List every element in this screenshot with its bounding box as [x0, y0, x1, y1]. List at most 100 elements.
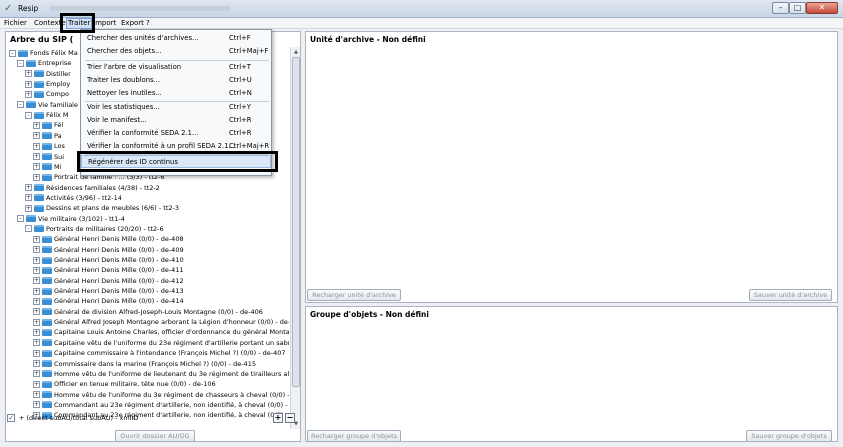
maximize-button[interactable]: □: [789, 2, 806, 14]
menu-item-handle-duplicates[interactable]: Traiter les doublons... Ctrl+U: [81, 74, 271, 87]
tree-node[interactable]: + Activités (3/96) - tt2-14: [25, 193, 122, 203]
tree-node[interactable]: - Entreprise: [17, 58, 71, 68]
expand-node-icon[interactable]: +: [33, 256, 40, 264]
tree-node[interactable]: + Compo: [25, 89, 69, 99]
expand-node-icon[interactable]: +: [33, 142, 40, 150]
menu-help[interactable]: ?: [146, 19, 150, 28]
tree-node[interactable]: + Général Henri Denis Mille (0/0) - de-41…: [33, 296, 184, 306]
expand-node-icon[interactable]: +: [33, 297, 40, 305]
tree-node[interactable]: + Général Alfred Joseph Montagne arborant…: [33, 317, 289, 327]
collapse-node-icon[interactable]: -: [25, 111, 32, 119]
expand-node-icon[interactable]: +: [33, 308, 40, 316]
tree-node[interactable]: - Fonds Félix Ma: [9, 48, 78, 58]
expand-node-icon[interactable]: +: [25, 90, 32, 98]
tree-node[interactable]: + Dessins et plans de meubles (6/6) - tt2…: [25, 203, 179, 213]
menu-item-search-objects[interactable]: Chercher des objets... Ctrl+Maj+F: [81, 45, 271, 58]
tree-node[interactable]: + Sui: [33, 152, 64, 162]
tree-node[interactable]: + Général Henri Denis Mille (0/0) - de-41…: [33, 286, 184, 296]
menu-import[interactable]: Import: [93, 19, 116, 28]
tree-node[interactable]: + Employ: [25, 79, 70, 89]
expand-node-icon[interactable]: +: [33, 328, 40, 336]
scroll-up-icon[interactable]: ▲: [292, 48, 300, 56]
expand-node-icon[interactable]: +: [25, 70, 32, 78]
collapse-node-icon[interactable]: -: [17, 101, 24, 109]
expand-node-icon[interactable]: +: [33, 391, 40, 399]
tree-node[interactable]: + Fél: [33, 120, 63, 130]
save-archive-unit-button[interactable]: Sauver unité d'archive: [749, 289, 832, 301]
expand-node-icon[interactable]: +: [33, 370, 40, 378]
tree-node-label: Commissaire dans la marine (François Mic…: [54, 359, 256, 368]
expand-node-icon[interactable]: +: [33, 163, 40, 171]
expand-node-icon[interactable]: +: [25, 80, 32, 88]
tree-node[interactable]: + Résidences familiales (4/38) - tt2-2: [25, 183, 160, 193]
tree-node[interactable]: + Pa: [33, 131, 62, 141]
collapse-node-icon[interactable]: -: [9, 49, 16, 57]
save-object-group-button[interactable]: Sauver groupe d'objets: [746, 430, 832, 442]
xmlid-checkbox[interactable]: ✓: [7, 414, 15, 422]
expand-node-icon[interactable]: +: [33, 380, 40, 388]
tree-node[interactable]: + Général de division Alfred-Joseph-Louis…: [33, 307, 263, 317]
reload-archive-unit-button[interactable]: Recharger unité d'archive: [307, 289, 401, 301]
tree-node[interactable]: + Général Henri Denis Mille (0/0) - de-40…: [33, 245, 184, 255]
menu-item-clean-unused[interactable]: Nettoyer les inutiles... Ctrl+N: [81, 87, 271, 100]
menu-item-search-archive-units[interactable]: Chercher des unités d'archives... Ctrl+F: [81, 32, 271, 45]
expand-node-icon[interactable]: +: [25, 194, 32, 202]
expand-node-icon[interactable]: +: [25, 204, 32, 212]
expand-node-icon[interactable]: +: [25, 184, 32, 192]
tree-node[interactable]: + Officier en tenue militaire, tête nue (…: [33, 379, 216, 389]
expand-node-icon[interactable]: +: [33, 318, 40, 326]
tree-node[interactable]: + Général Henri Denis Mille (0/0) - de-41…: [33, 265, 184, 275]
menu-export[interactable]: Export: [121, 19, 144, 28]
menu-item-view-manifest[interactable]: Voir le manifest... Ctrl+R: [81, 114, 271, 127]
expand-node-icon[interactable]: +: [33, 287, 40, 295]
tree-node[interactable]: + Homme vêtu de l'uniforme du 3e régiment…: [33, 390, 289, 400]
expand-node-icon[interactable]: +: [33, 360, 40, 367]
tree-node[interactable]: + Commissaire dans la marine (François Mi…: [33, 359, 256, 369]
collapse-node-icon[interactable]: -: [17, 59, 24, 67]
tree-node[interactable]: + Commandant au 23e régiment d'artillerie…: [33, 400, 289, 410]
scroll-thumb[interactable]: [292, 57, 300, 387]
tree-node[interactable]: + Général Henri Denis Mille (0/0) - de-40…: [33, 234, 184, 244]
tree-node[interactable]: + Los: [33, 141, 65, 151]
tree-node[interactable]: + Homme vêtu de l'uniforme de lieutenant …: [33, 369, 289, 379]
expand-node-icon[interactable]: +: [33, 235, 40, 243]
expand-node-icon[interactable]: +: [33, 401, 40, 409]
highlight-regenerate-ids: [77, 151, 278, 172]
tree-node[interactable]: - Vie familiale: [17, 100, 78, 110]
menu-fichier[interactable]: Fichier: [4, 19, 27, 28]
open-folder-button[interactable]: Ouvrir dossier AU/OG: [115, 430, 195, 442]
tree-node[interactable]: + Mi: [33, 162, 61, 172]
expand-node-icon[interactable]: +: [33, 266, 40, 274]
close-button[interactable]: ✕: [806, 2, 838, 14]
tree-node[interactable]: + Général Henri Denis Mille (0/0) - de-41…: [33, 255, 184, 265]
expand-node-icon[interactable]: +: [33, 153, 40, 160]
expand-all-icon[interactable]: +: [273, 413, 283, 423]
tree-node[interactable]: - Félix M: [25, 110, 69, 120]
tree-node[interactable]: + Général Henri Denis Mille (0/0) - de-41…: [33, 276, 184, 286]
menu-item-sort-tree[interactable]: Trier l'arbre de visualisation Ctrl+T: [81, 61, 271, 74]
expand-node-icon[interactable]: +: [33, 339, 40, 347]
collapse-all-icon[interactable]: −: [285, 413, 295, 423]
tree-node[interactable]: + Distiller: [25, 69, 71, 79]
collapse-node-icon[interactable]: -: [25, 225, 32, 233]
minimize-button[interactable]: –: [772, 2, 789, 14]
tree-node-label: Général Henri Denis Mille (0/0) - de-412: [54, 276, 184, 285]
expand-node-icon[interactable]: +: [33, 349, 40, 357]
collapse-node-icon[interactable]: -: [17, 215, 24, 223]
tree-node[interactable]: + Capitaine commissaire à l'intendance (F…: [33, 348, 286, 358]
expand-node-icon[interactable]: +: [33, 277, 40, 285]
tree-node[interactable]: + Capitaine vêtu de l'uniforme du 23e rég…: [33, 338, 289, 348]
menu-item-view-statistics[interactable]: Voir les statistiques... Ctrl+Y: [81, 101, 271, 114]
tree-node[interactable]: - Vie militaire (3/102) - tt1-4: [17, 214, 125, 224]
tree-scrollbar[interactable]: ▲ ▼: [290, 47, 300, 429]
folder-icon: [42, 308, 52, 316]
expand-node-icon[interactable]: +: [33, 246, 40, 254]
tree-node[interactable]: - Portraits de militaires (20/20) - tt2-6: [25, 224, 164, 234]
tree-node[interactable]: + Capitaine Louis Antoine Charles, offici…: [33, 327, 289, 337]
expand-node-icon[interactable]: +: [33, 173, 40, 181]
archive-unit-panel: Unité d'archive - Non défini: [305, 31, 838, 303]
expand-node-icon[interactable]: +: [33, 121, 40, 129]
expand-node-icon[interactable]: +: [33, 132, 40, 140]
reload-object-group-button[interactable]: Recharger groupe d'objets: [307, 430, 401, 442]
menu-item-check-seda-conformity[interactable]: Vérifier la conformité SEDA 2.1... Ctrl+…: [81, 127, 271, 140]
